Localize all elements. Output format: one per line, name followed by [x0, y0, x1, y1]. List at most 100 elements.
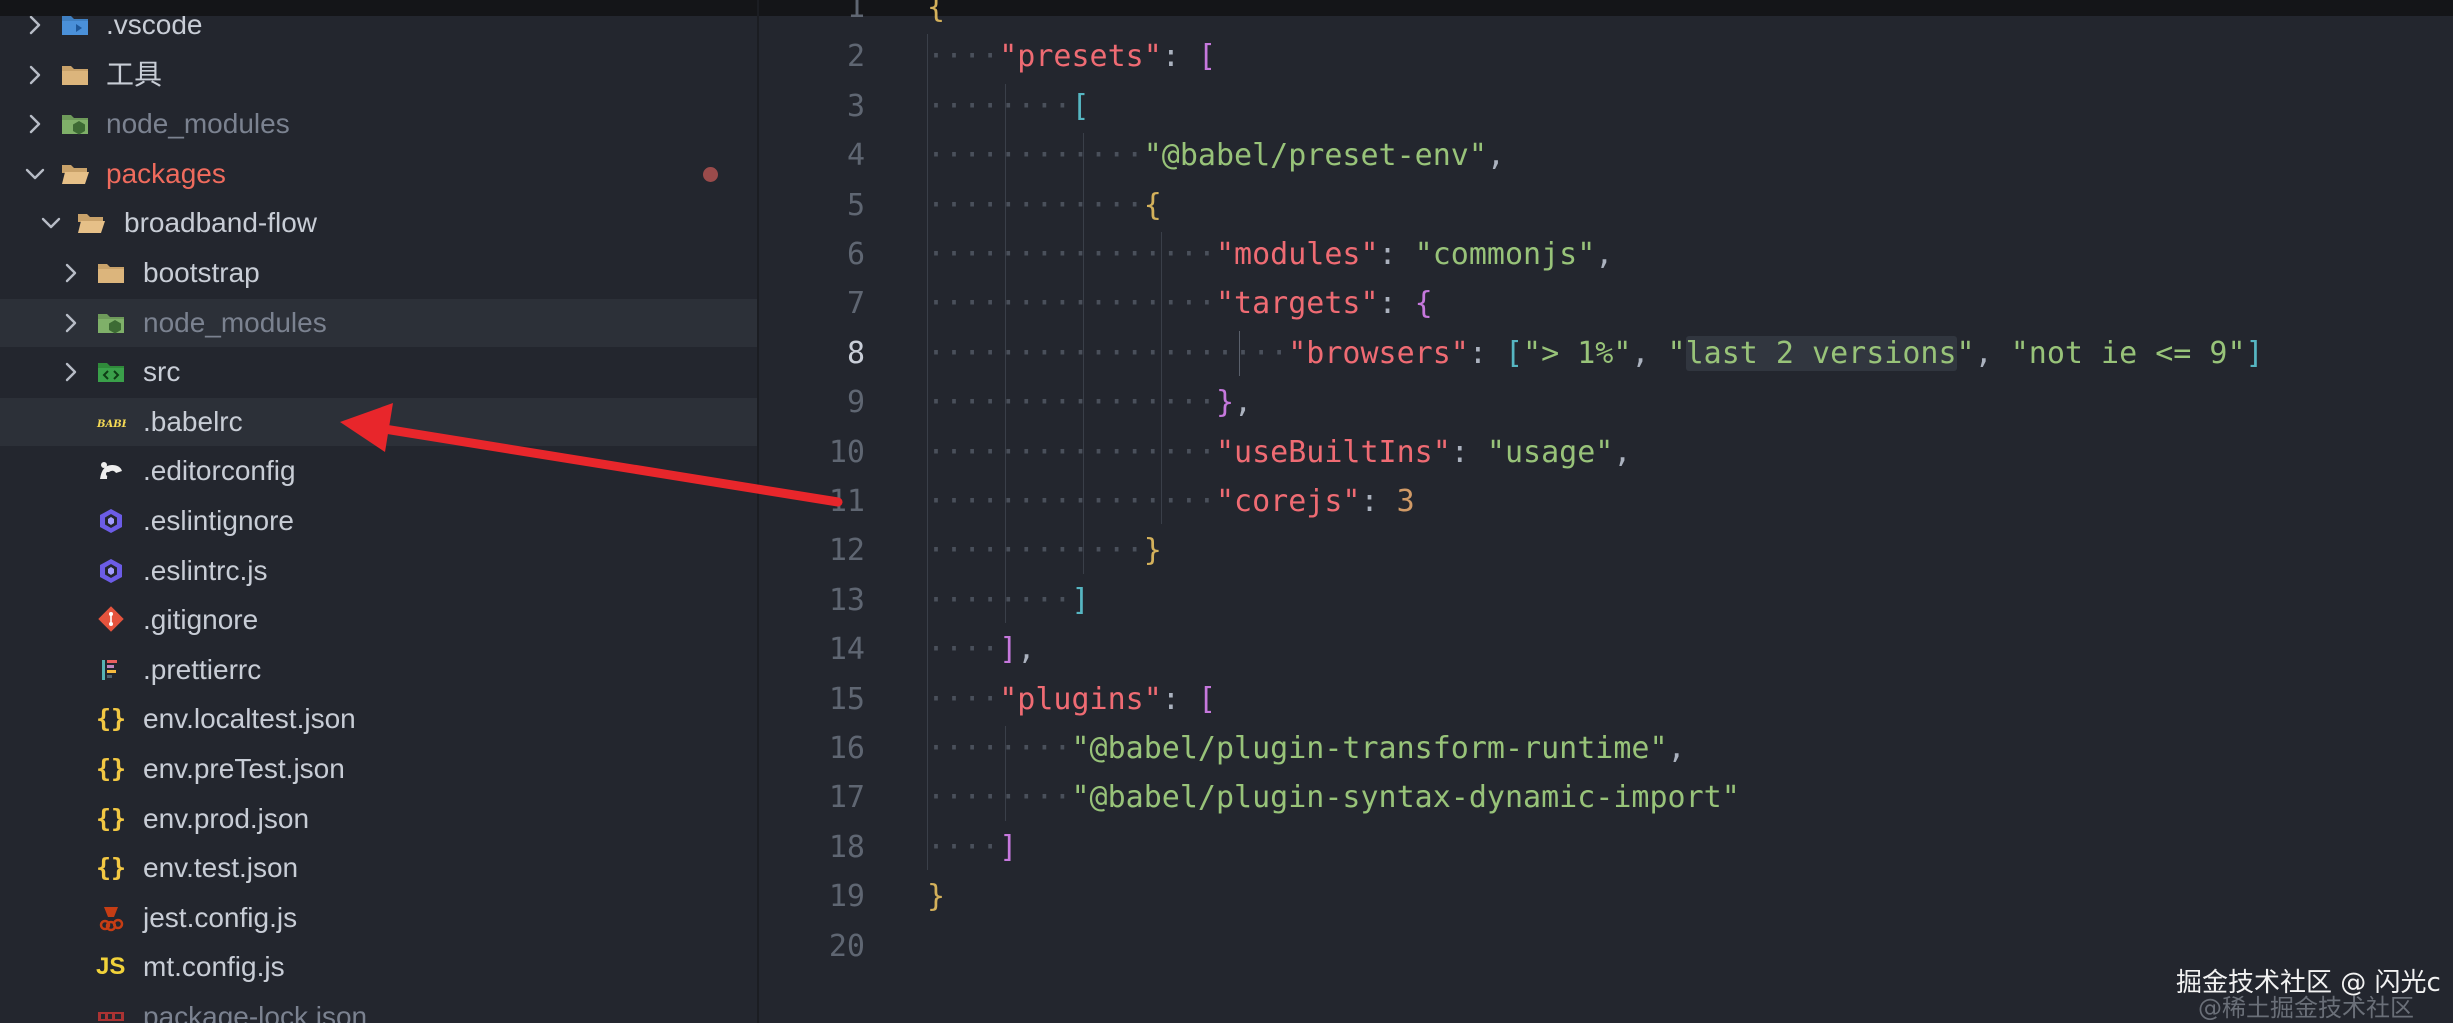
code-token: "@babel/plugin-transform-runtime" [1071, 731, 1668, 766]
explorer-item-label: package-lock.json [143, 1001, 368, 1023]
prettier-file-icon [96, 656, 126, 684]
chevron-right-icon[interactable] [24, 113, 46, 135]
code-line[interactable]: ····"plugins": [ [927, 675, 1216, 724]
code-token: "@babel/plugin-syntax-dynamic-import" [1071, 780, 1740, 815]
code-line[interactable]: ····················"browsers": ["> 1%",… [927, 329, 2264, 378]
code-token: "modules" [1215, 237, 1379, 272]
code-line[interactable]: ····], [927, 625, 1035, 674]
explorer-item[interactable]: .editorconfig [0, 447, 757, 495]
explorer-item[interactable]: .eslintrc.js [0, 547, 757, 595]
code-line[interactable]: ····] [927, 823, 1017, 872]
code-token: , [1631, 336, 1668, 371]
git-file-icon [96, 606, 126, 634]
line-number: 2 [846, 39, 865, 74]
explorer-item-label: .gitignore [143, 604, 259, 635]
code-token: { [927, 0, 946, 25]
folder-open-icon [60, 160, 90, 188]
explorer-item-label: jest.config.js [143, 902, 298, 933]
explorer-item[interactable]: src [0, 348, 757, 396]
code-line[interactable]: ················"useBuiltIns": "usage", [927, 428, 1631, 477]
code-line[interactable]: ········[ [927, 82, 1090, 131]
code-token: [ [1197, 39, 1216, 74]
chevron-right-icon[interactable] [60, 361, 82, 383]
line-number: 14 [828, 632, 865, 667]
folder-node-icon [60, 110, 90, 138]
explorer-item[interactable]: bootstrap [0, 249, 757, 297]
explorer-item[interactable]: node_modules [0, 299, 757, 347]
code-token: [ [1197, 682, 1216, 717]
code-line[interactable]: ················"modules": "commonjs", [927, 230, 1613, 279]
explorer-item[interactable]: BABEL .babelrc [0, 398, 757, 446]
line-number: 13 [828, 583, 865, 618]
line-number: 1 [846, 0, 865, 25]
code-line[interactable]: ················"corejs": 3 [927, 477, 1415, 526]
folder-icon [96, 259, 126, 287]
modified-indicator-dot [703, 167, 718, 182]
chevron-down-icon[interactable] [24, 163, 46, 185]
line-number: 5 [846, 188, 865, 223]
code-token: " [1667, 336, 1686, 371]
code-token: " [1956, 336, 1975, 371]
line-number: 11 [828, 484, 865, 519]
folder-src-icon [96, 358, 126, 386]
explorer-item[interactable]: {} env.localtest.json [0, 695, 757, 743]
explorer-item[interactable]: node_modules [0, 100, 757, 148]
line-number: 19 [828, 879, 865, 914]
code-token: "@babel/preset-env" [1143, 138, 1487, 173]
code-token: } [927, 879, 946, 914]
explorer-item-label: mt.config.js [143, 951, 285, 982]
line-number: 17 [828, 780, 865, 815]
code-token: "not ie <= 9" [2010, 336, 2246, 371]
code-token: ] [1071, 583, 1090, 618]
folder-special-icon [60, 16, 90, 39]
line-number: 20 [828, 929, 865, 964]
chevron-right-icon[interactable] [60, 312, 82, 334]
code-token: "plugins" [999, 682, 1162, 717]
explorer-item-label: packages [106, 158, 226, 189]
explorer-item[interactable]: .vscode [0, 16, 757, 49]
code-token: ········ [927, 780, 1072, 815]
code-token: "usage" [1486, 435, 1614, 470]
explorer-item-label: env.test.json [143, 852, 299, 883]
explorer-item[interactable]: 工具 [0, 51, 757, 99]
explorer-item[interactable]: {} env.test.json [0, 844, 757, 892]
explorer-sidebar: .vscode 工具 node_modules packages broadband-f… [0, 16, 757, 1023]
code-line[interactable]: ············"@babel/preset-env", [927, 131, 1505, 180]
code-token: : [1161, 39, 1198, 74]
line-number: 12 [828, 533, 865, 568]
line-number: 4 [846, 138, 865, 173]
explorer-item[interactable]: JS mt.config.js [0, 943, 757, 991]
line-number: 8 [846, 336, 865, 371]
explorer-item[interactable]: broadband-flow [0, 199, 757, 247]
code-token: : [1360, 484, 1397, 519]
code-line[interactable]: ················}, [927, 378, 1252, 427]
explorer-item[interactable]: package-lock.json [0, 993, 757, 1023]
code-line[interactable]: ················"targets": { [927, 279, 1433, 328]
explorer-item[interactable]: .eslintignore [0, 497, 757, 545]
explorer-item[interactable]: .prettierrc [0, 646, 757, 694]
code-line[interactable]: } [927, 872, 945, 921]
explorer-item-label: env.prod.json [143, 803, 310, 834]
code-token: "corejs" [1215, 484, 1361, 519]
explorer-item[interactable]: packages [0, 150, 757, 198]
explorer-item[interactable]: jest.config.js [0, 894, 757, 942]
code-line[interactable]: ············} [927, 526, 1162, 575]
code-token: ] [999, 830, 1018, 865]
chevron-down-icon[interactable] [40, 212, 62, 234]
code-token: ···················· [927, 336, 1289, 371]
code-line[interactable]: ············{ [927, 181, 1162, 230]
code-line[interactable]: ········"@babel/plugin-syntax-dynamic-im… [927, 773, 1740, 822]
code-line[interactable]: { [927, 0, 945, 32]
code-token: : [1378, 237, 1415, 272]
code-line[interactable]: ····"presets": [ [927, 32, 1216, 81]
folder-open-icon [76, 209, 106, 237]
explorer-item[interactable]: .gitignore [0, 596, 757, 644]
explorer-item[interactable]: {} env.preTest.json [0, 745, 757, 793]
chevron-right-icon[interactable] [24, 64, 46, 86]
code-line[interactable]: ········"@babel/plugin-transform-runtime… [927, 724, 1686, 773]
npm-file-icon [96, 1003, 126, 1023]
code-line[interactable]: ········] [927, 576, 1090, 625]
explorer-item[interactable]: {} env.prod.json [0, 795, 757, 843]
chevron-right-icon[interactable] [24, 16, 46, 36]
chevron-right-icon[interactable] [60, 262, 82, 284]
